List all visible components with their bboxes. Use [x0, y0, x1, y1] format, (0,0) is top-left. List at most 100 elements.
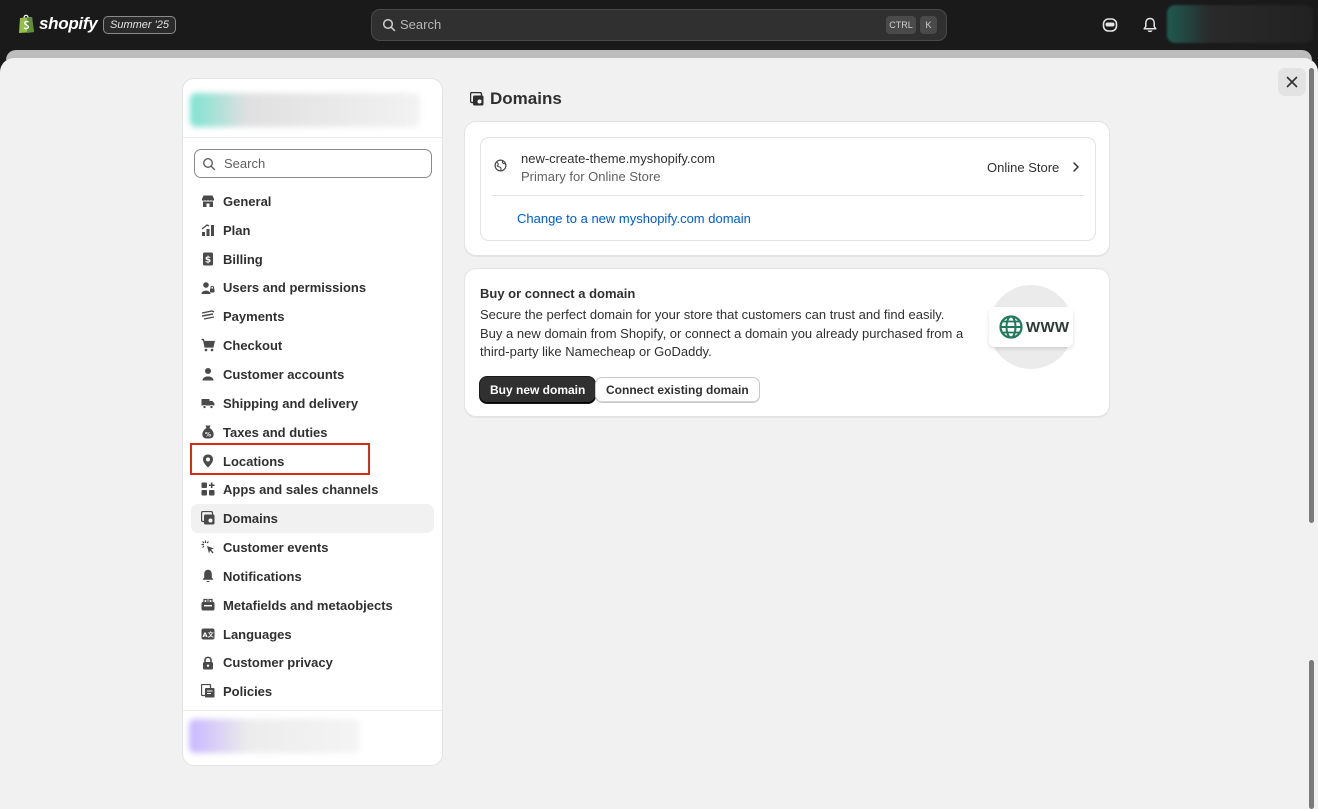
search-icon [202, 157, 216, 171]
search-placeholder: Search [224, 156, 266, 171]
sidebar-item-notifications[interactable]: Notifications [191, 562, 434, 591]
sidebar-item-label: Domains [223, 511, 278, 527]
sidebar-item-label: Apps and sales channels [223, 482, 379, 498]
store-switcher[interactable] [190, 93, 420, 127]
search-placeholder: Search [400, 17, 442, 32]
sidebar-item-general[interactable]: General [191, 187, 434, 216]
www-illustration: WWW [989, 307, 1073, 347]
card-description: Secure the perfect domain for your store… [480, 307, 964, 359]
plan-icon [201, 224, 214, 236]
bell-icon [202, 569, 214, 583]
sidebar-item-label: Metafields and metaobjects [223, 597, 393, 613]
domain-channel-link[interactable]: Online Store [987, 160, 1059, 175]
sidebar-item-label: Taxes and duties [223, 424, 328, 440]
sidebar-item-label: Customer accounts [223, 366, 345, 382]
connect-existing-domain-button[interactable]: Connect existing domain [595, 377, 760, 403]
sidebar-item-label: General [223, 193, 272, 209]
apps-icon [201, 482, 215, 496]
selection-highlight [190, 443, 370, 475]
sidebar-item-customer-events[interactable]: Customer events [191, 533, 434, 562]
users-icon [201, 281, 215, 294]
scrollbar[interactable] [1307, 68, 1316, 809]
sidekick-icon[interactable] [1101, 16, 1119, 34]
languages-icon: A文 [201, 628, 215, 640]
lock-icon [203, 656, 213, 669]
sidebar-item-customer-privacy[interactable]: Customer privacy [191, 649, 434, 678]
sidebar-item-label: Checkout [223, 338, 283, 354]
divider [183, 710, 442, 711]
metafields-icon [201, 598, 215, 611]
sidebar-item-label: Billing [223, 251, 263, 267]
page-title: Domains [470, 89, 562, 109]
sidebar-item-policies[interactable]: Policies [191, 677, 434, 706]
account-menu[interactable] [1167, 5, 1313, 43]
sidebar-item-languages[interactable]: A文 Languages [191, 620, 434, 649]
edition-badge[interactable]: Summer '25 [103, 16, 176, 34]
close-button[interactable] [1278, 68, 1306, 96]
divider [492, 195, 1084, 196]
sidebar-item-label: Customer privacy [223, 655, 333, 671]
svg-text:A: A [202, 630, 207, 638]
sidebar-item-label: Shipping and delivery [223, 395, 359, 411]
sidebar-item-label: Customer events [223, 540, 329, 556]
sidebar-item-shipping-and-delivery[interactable]: Shipping and delivery [191, 389, 434, 418]
sidebar-item-domains[interactable]: Domains [191, 504, 434, 534]
svg-text:%: % [205, 431, 211, 438]
sidebar-item-label: Users and permissions [223, 280, 367, 296]
shopify-logo[interactable]: shopify [18, 13, 98, 34]
shortcut-k: K [920, 16, 937, 34]
person-icon [202, 368, 214, 381]
connect-domain-card: Buy or connect a domain Secure the perfe… [464, 268, 1110, 417]
scrollbar-thumb-lower[interactable] [1309, 660, 1314, 809]
sidebar-item-payments[interactable]: Payments [191, 302, 434, 331]
billing-icon: $ [203, 252, 213, 266]
page-title-text: Domains [490, 89, 562, 108]
store-icon [202, 195, 214, 207]
policies-icon [201, 684, 215, 698]
top-bar: shopify Summer '25 Search CTRL K [0, 0, 1318, 50]
sidebar-item-customer-accounts[interactable]: Customer accounts [191, 360, 434, 389]
divider [183, 137, 442, 138]
sidebar-item-checkout[interactable]: Checkout [191, 331, 434, 360]
scrollbar-thumb[interactable] [1309, 68, 1314, 523]
domains-icon [470, 92, 484, 106]
globe-icon [494, 159, 507, 172]
sidebar-item-plan[interactable]: Plan [191, 216, 434, 245]
sidebar-item-billing[interactable]: $ Billing [191, 245, 434, 274]
globe-icon [999, 315, 1023, 339]
payments-icon [201, 310, 215, 321]
settings-search-input[interactable]: Search [194, 149, 432, 178]
buy-new-domain-button[interactable]: Buy new domain [480, 377, 596, 403]
primary-domain-card: new-create-theme.myshopify.com Primary f… [464, 121, 1110, 256]
brand-name: shopify [39, 13, 98, 33]
sidebar-item-label: Policies [223, 684, 273, 700]
shortcut-ctrl: CTRL [886, 16, 916, 34]
sidebar-item-apps-and-sales-channels[interactable]: Apps and sales channels [191, 475, 434, 504]
svg-text:$: $ [205, 255, 211, 265]
domain-name: new-create-theme.myshopify.com [521, 151, 716, 166]
card-title: Buy or connect a domain [480, 286, 636, 301]
domains-icon [201, 511, 215, 525]
sidebar-item-users-and-permissions[interactable]: Users and permissions [191, 274, 434, 303]
domain-subtitle: Primary for Online Store [521, 169, 661, 184]
sidebar-item-label: Languages [223, 626, 292, 642]
svg-text:文: 文 [207, 630, 215, 638]
global-search-input[interactable]: Search CTRL K [371, 9, 947, 41]
notification-bell-icon[interactable] [1141, 16, 1159, 34]
plan-promo[interactable] [189, 719, 359, 753]
cursor-icon [201, 540, 214, 554]
taxes-icon: % [202, 425, 214, 439]
sidebar-item-label: Payments [223, 309, 285, 325]
cart-icon [201, 339, 215, 352]
sidebar-item-label: Notifications [223, 568, 302, 584]
change-domain-link[interactable]: Change to a new myshopify.com domain [517, 211, 751, 226]
search-icon [382, 18, 396, 32]
www-text: WWW [1026, 318, 1070, 336]
settings-modal: Search General Plan $ Billing Users and … [0, 58, 1318, 809]
settings-sidebar: Search General Plan $ Billing Users and … [182, 78, 443, 766]
sidebar-item-metafields-and-metaobjects[interactable]: Metafields and metaobjects [191, 591, 434, 620]
truck-icon [201, 398, 215, 409]
sidebar-item-label: Plan [223, 222, 251, 238]
close-icon [1286, 76, 1298, 88]
chevron-right-icon[interactable] [1071, 160, 1081, 174]
